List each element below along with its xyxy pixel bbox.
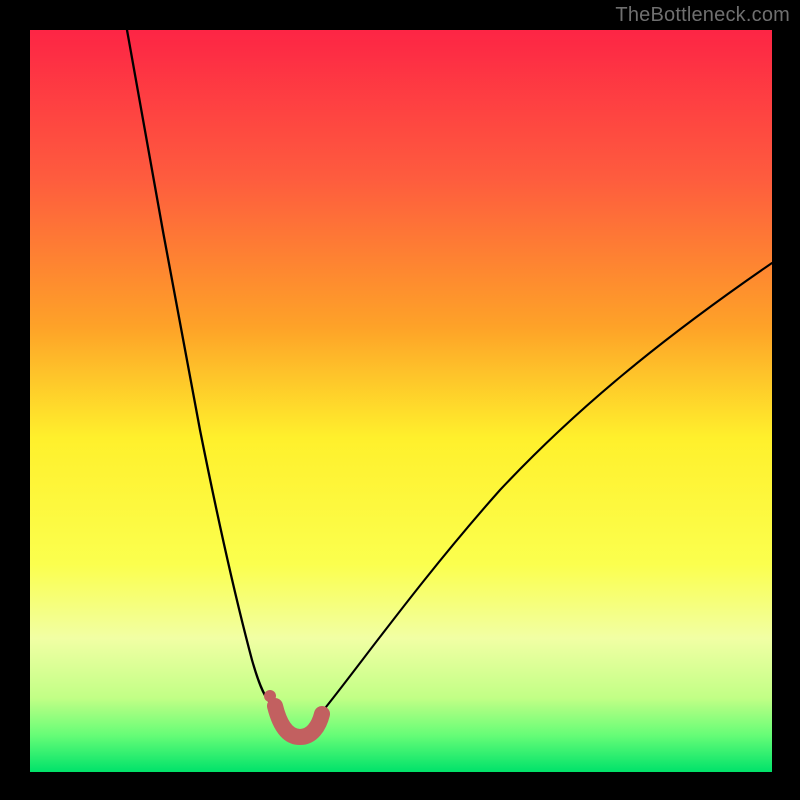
chart-frame: TheBottleneck.com [0, 0, 800, 800]
plot-background [30, 30, 772, 772]
chart-svg [0, 0, 800, 800]
watermark-text: TheBottleneck.com [615, 4, 790, 27]
